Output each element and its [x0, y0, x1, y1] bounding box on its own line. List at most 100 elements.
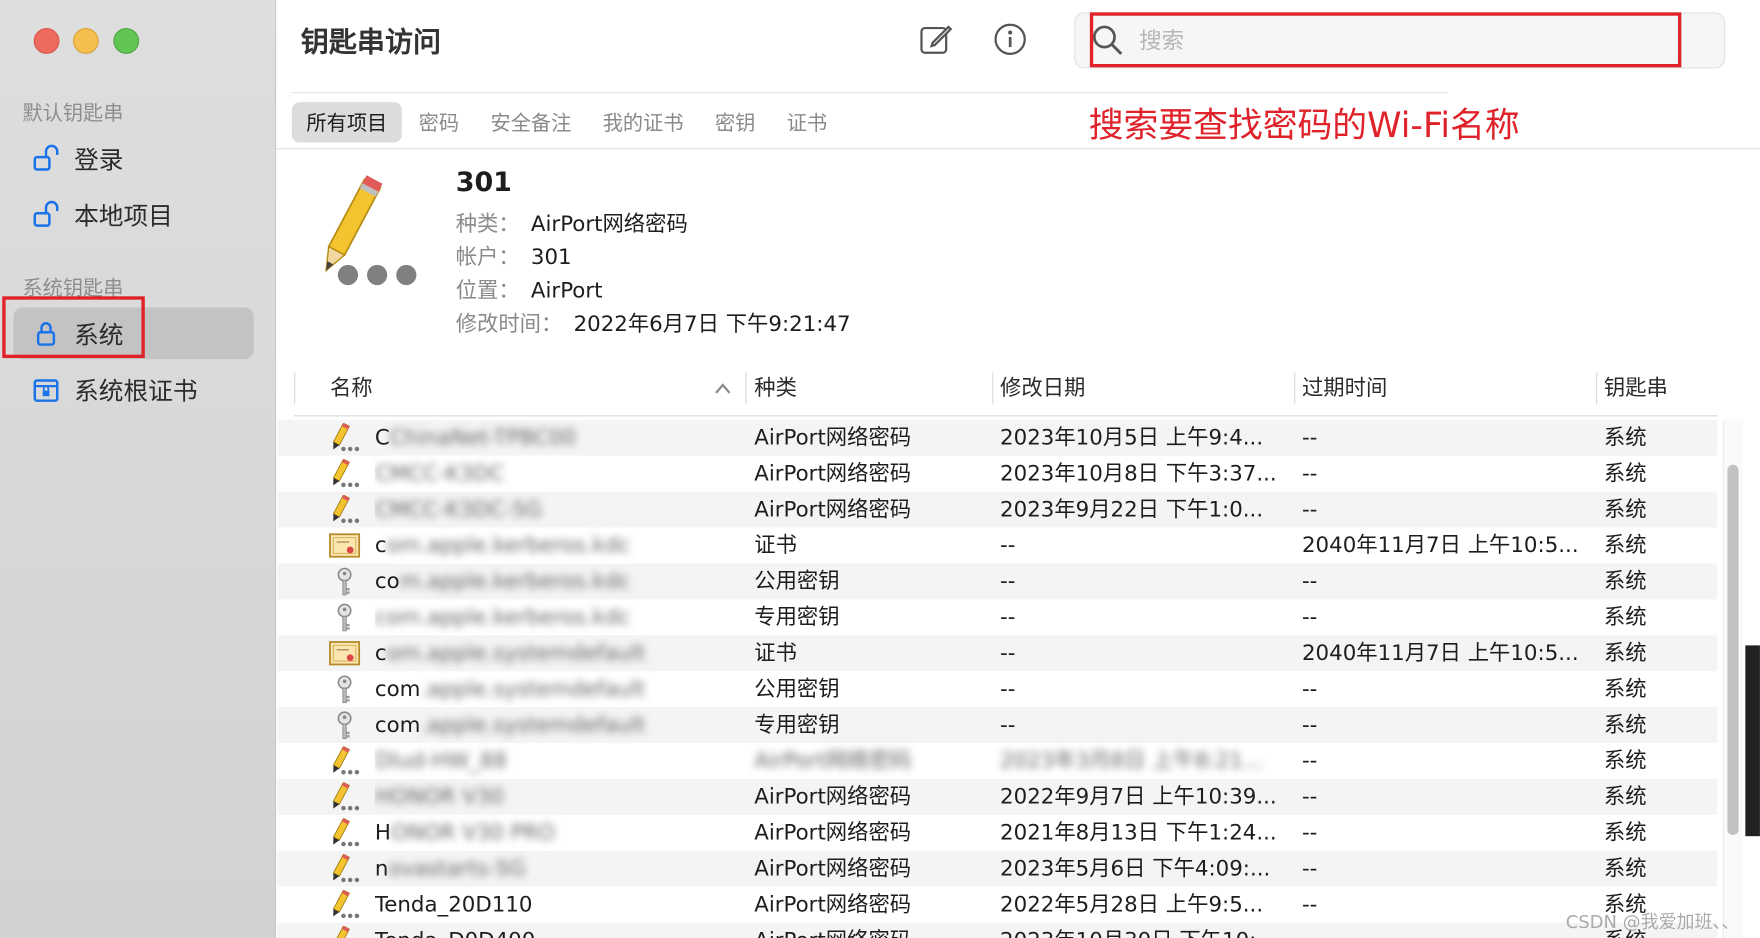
- table-row[interactable]: Tenda_20D110 AirPort网络密码 2022年5月28日 上午9:5.…: [277, 887, 1717, 923]
- info-icon[interactable]: [990, 19, 1030, 59]
- name-visible-text: Tenda_D0D400: [375, 928, 535, 938]
- background-window-edge: [1745, 645, 1760, 837]
- cell-expires: --: [1301, 497, 1318, 522]
- column-header-expires[interactable]: 过期时间: [1302, 361, 1387, 415]
- name-visible-text: C: [374, 425, 390, 451]
- column-header-keychain[interactable]: 钥匙串: [1604, 361, 1668, 415]
- cell-expires: --: [1301, 712, 1318, 738]
- cell-kind: 公用密钥: [754, 569, 840, 594]
- sidebar-item-system-roots[interactable]: 系统根证书: [13, 364, 253, 416]
- detail-kind-row: 种类： AirPort网络密码: [456, 208, 688, 238]
- column-header-kind[interactable]: 种类: [754, 361, 797, 415]
- detail-label: 位置：: [455, 278, 520, 304]
- name-redacted-text: om.apple.systemdefault: [386, 640, 646, 666]
- cell-modified: --: [1000, 640, 1016, 666]
- table-row[interactable]: com.apple.kerberos.kdc 公用密钥 -- -- 系统: [277, 563, 1718, 600]
- certificate-icon: [329, 639, 361, 668]
- sort-ascending-icon[interactable]: [714, 379, 732, 400]
- cell-modified: 2022年5月28日 上午9:5...: [1000, 892, 1264, 918]
- cell-expires: --: [1301, 604, 1318, 630]
- table-row[interactable]: com.apple.systemdefault 证书 -- 2040年11月7日 上午…: [277, 635, 1718, 672]
- detail-pencil-icon: [305, 174, 423, 296]
- tab-passwords[interactable]: 密码: [404, 102, 474, 142]
- column-separator: [992, 372, 994, 405]
- name-visible-text: H: [374, 820, 391, 846]
- sidebar-item-local-items[interactable]: 本地项目: [13, 189, 253, 241]
- tabbar-divider: [274, 148, 1760, 150]
- cell-keychain: 系统: [1603, 676, 1647, 702]
- pencil-icon: [329, 817, 360, 847]
- cell-expires: --: [1301, 425, 1318, 451]
- cell-keychain: 系统: [1603, 425, 1647, 451]
- cell-name: Dlud-HW_88: [375, 743, 745, 779]
- tab-certificates[interactable]: 证书: [772, 102, 842, 142]
- default-keychains-header: 默认钥匙串: [22, 102, 124, 126]
- cell-name: com.apple.kerberos.kdc: [375, 599, 745, 635]
- vertical-scrollbar[interactable]: [1722, 419, 1744, 938]
- table-row[interactable]: HONOR V30 AirPort网络密码 2022年9月7日 上午10:39...…: [277, 778, 1718, 815]
- cell-kind: AirPort网络密码: [754, 784, 912, 810]
- tab-all-items[interactable]: 所有项目: [291, 102, 402, 143]
- cell-kind: AirPort网络密码: [754, 425, 912, 451]
- cell-name: HONOR V30 PRO: [375, 815, 745, 851]
- table-row[interactable]: CMCC-K3DC AirPort网络密码 2023年10月8日 下午3:37...…: [277, 456, 1717, 492]
- cell-name: CMCC-K3DC: [375, 456, 745, 492]
- zoom-window-button[interactable]: [113, 28, 140, 54]
- table-row[interactable]: com.apple.kerberos.kdc 证书 -- 2040年11月7日 上午1…: [277, 528, 1717, 564]
- table-row[interactable]: CMCC-K3DC-5G AirPort网络密码 2023年9月22日 下午1:0.…: [277, 491, 1718, 528]
- cell-modified: --: [1000, 676, 1016, 702]
- window-title: 钥匙串访问: [300, 25, 442, 59]
- name-redacted-text: ONOR V30 PRO: [390, 820, 556, 846]
- table-row[interactable]: CChinaNet-TPBC00 AirPort网络密码 2023年10月5日 上午…: [277, 419, 1718, 456]
- pencil-icon: [329, 889, 360, 919]
- table-row[interactable]: Tenda_D0D400 AirPort网络密码2023年10月30日 下午10:…: [277, 922, 1718, 938]
- cell-modified: 2023年10月30日 下午10:...: [1000, 923, 1286, 938]
- cell-kind: 证书: [754, 533, 797, 558]
- cell-expires: --: [1301, 461, 1318, 486]
- cell-name: Tenda_20D110: [375, 887, 745, 923]
- tab-secure-notes[interactable]: 安全备注: [476, 102, 586, 142]
- cell-kind: AirPort网络密码: [754, 856, 912, 882]
- sidebar-item-label: 本地项目: [74, 203, 173, 232]
- name-redacted-text: ChinaNet-TPBC00: [389, 425, 577, 451]
- column-separator: [1596, 372, 1598, 405]
- cell-kind: 公用密钥: [754, 676, 840, 702]
- name-redacted-text: com.apple.kerberos.kdc: [374, 604, 631, 630]
- annotation-text: 搜索要查找密码的Wi-Fi名称: [1088, 105, 1520, 146]
- cell-keychain: 系统: [1603, 820, 1647, 846]
- detail-value: 2022年6月7日 下午9:21:47: [573, 312, 851, 337]
- table-row[interactable]: HONOR V30 PRO AirPort网络密码 2021年8月13日 下午1:2…: [277, 815, 1717, 851]
- cell-expires: --: [1301, 748, 1318, 774]
- table-row[interactable]: com.apple.systemdefault 公用密钥 -- -- 系统: [277, 671, 1717, 707]
- highlight-search-field: [1089, 12, 1682, 68]
- detail-modified-row: 修改时间： 2022年6月7日 下午9:21:47: [456, 308, 851, 338]
- tab-keys[interactable]: 密钥: [700, 102, 770, 142]
- table-row[interactable]: Dlud-HW_88 AirPort网络密码 2023年3月8日 上午8:21...…: [277, 743, 1717, 779]
- items-table: CChinaNet-TPBC00 AirPort网络密码 2023年10月5日 上午…: [277, 419, 1718, 938]
- sidebar-item-login[interactable]: 登录: [13, 132, 253, 184]
- column-header-modified[interactable]: 修改日期: [1000, 361, 1085, 415]
- cell-modified: 2023年3月8日 上午8:21...: [1000, 748, 1264, 774]
- close-window-button[interactable]: [33, 28, 60, 54]
- cell-modified: 2023年10月8日 下午3:37...: [1000, 461, 1277, 486]
- scroll-thumb[interactable]: [1727, 464, 1739, 836]
- column-header-name[interactable]: 名称: [330, 361, 373, 415]
- detail-label: 修改时间：: [455, 312, 563, 337]
- name-visible-text: co: [374, 569, 400, 594]
- sidebar-item-label: 系统根证书: [74, 378, 198, 407]
- tab-my-certificates[interactable]: 我的证书: [588, 102, 698, 142]
- key-icon: [329, 675, 360, 704]
- detail-account-row: 帐户： 301: [456, 240, 572, 270]
- sidebar-item-label: 登录: [74, 147, 124, 176]
- name-redacted-text: .apple.systemdefault: [420, 712, 646, 738]
- pencil-icon: [329, 422, 360, 452]
- cell-expires: --: [1302, 923, 1588, 938]
- table-row[interactable]: com.apple.kerberos.kdc 专用密钥 -- -- 系统: [277, 599, 1717, 635]
- table-row[interactable]: com.apple.systemdefault 专用密钥 -- -- 系统: [277, 707, 1718, 744]
- cell-kind: 专用密钥: [754, 712, 840, 738]
- compose-icon[interactable]: [916, 19, 956, 59]
- table-row[interactable]: novastarts-5G AirPort网络密码 2023年5月6日 下午4:09…: [277, 850, 1718, 887]
- minimize-window-button[interactable]: [72, 28, 99, 54]
- cell-name: com.apple.kerberos.kdc: [375, 528, 745, 564]
- watermark: CSDN @我爱加班、、: [1565, 911, 1740, 933]
